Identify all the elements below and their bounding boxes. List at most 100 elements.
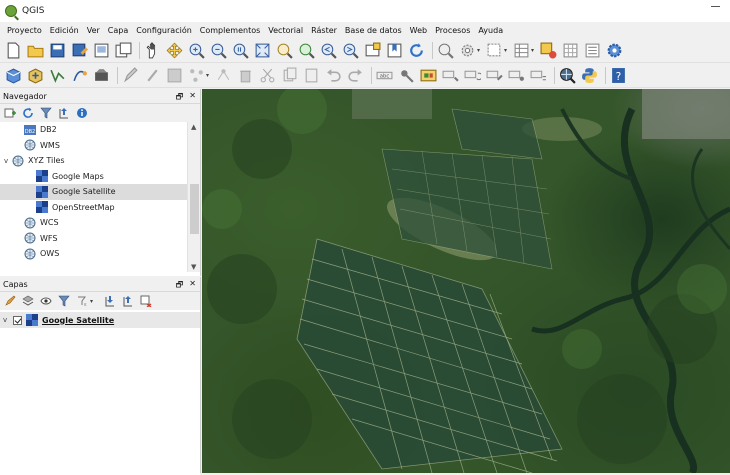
browser-item-google-maps[interactable]: Google Maps: [0, 169, 200, 185]
expand-caret-icon[interactable]: v: [3, 316, 11, 324]
zoom-next-button[interactable]: [341, 41, 360, 60]
browser-scrollbar[interactable]: ▲ ▼: [187, 122, 200, 272]
chevron-down-icon[interactable]: ▾: [90, 298, 95, 305]
scroll-up-icon[interactable]: ▲: [191, 123, 196, 131]
menu-capa[interactable]: Capa: [104, 26, 132, 35]
label-rotate-button[interactable]: [463, 66, 482, 85]
close-icon[interactable]: ✕: [189, 91, 196, 105]
deselect-button[interactable]: [539, 41, 558, 60]
edit-pencil-button[interactable]: [121, 66, 140, 85]
menu-procesos[interactable]: Procesos: [431, 26, 474, 35]
menu-base-de-datos[interactable]: Base de datos: [341, 26, 406, 35]
pan-to-selection-button[interactable]: [165, 41, 184, 60]
label-change-button[interactable]: [485, 66, 504, 85]
paste-features-button[interactable]: [302, 66, 321, 85]
float-panel-icon[interactable]: 🗗: [176, 279, 184, 293]
menu-web[interactable]: Web: [406, 26, 431, 35]
browser-info-button[interactable]: [75, 107, 88, 120]
label-move-button[interactable]: [441, 66, 460, 85]
expand-all-button[interactable]: [103, 295, 116, 308]
scrollbar-thumb[interactable]: [190, 184, 199, 234]
add-feature-button[interactable]: [187, 66, 206, 85]
add-delimited-text-button[interactable]: [70, 66, 89, 85]
menu-ayuda[interactable]: Ayuda: [474, 26, 507, 35]
zoom-in-button[interactable]: [187, 41, 206, 60]
vertex-tool-button[interactable]: [214, 66, 233, 85]
data-source-manager-button[interactable]: [4, 66, 23, 85]
zoom-out-button[interactable]: [209, 41, 228, 60]
collapse-all-layers-button[interactable]: [121, 295, 134, 308]
menu-configuracion[interactable]: Configuración: [132, 26, 196, 35]
menu-vectorial[interactable]: Vectorial: [264, 26, 307, 35]
browser-item-ows[interactable]: OWS: [0, 246, 200, 262]
save-project-button[interactable]: [48, 41, 67, 60]
cut-features-button[interactable]: [258, 66, 277, 85]
open-project-button[interactable]: [26, 41, 45, 60]
zoom-selection-button[interactable]: [275, 41, 294, 60]
browser-item-wcs[interactable]: WCS: [0, 215, 200, 231]
remove-layer-button[interactable]: [139, 295, 152, 308]
add-layer-button[interactable]: [26, 66, 45, 85]
statistics-button[interactable]: [583, 41, 602, 60]
quickmapservices-button[interactable]: [558, 66, 577, 85]
map-canvas[interactable]: [202, 89, 730, 473]
close-icon[interactable]: ✕: [189, 279, 196, 293]
expand-caret-icon[interactable]: v: [4, 157, 12, 165]
label-highlight-button[interactable]: [419, 66, 438, 85]
filter-browser-button[interactable]: [39, 107, 52, 120]
add-group-button[interactable]: [21, 295, 34, 308]
delete-selected-button[interactable]: [236, 66, 255, 85]
label-props-button[interactable]: [529, 66, 548, 85]
browser-item-db2[interactable]: DB2 DB2: [0, 122, 200, 138]
help-button[interactable]: ?: [609, 66, 628, 85]
python-console-button[interactable]: [580, 66, 599, 85]
print-layout-button[interactable]: [92, 41, 111, 60]
zoom-native-button[interactable]: [231, 41, 250, 60]
browser-item-wms[interactable]: WMS: [0, 138, 200, 154]
label-pin-button[interactable]: [397, 66, 416, 85]
redo-button[interactable]: [346, 66, 365, 85]
save-as-button[interactable]: [70, 41, 89, 60]
filter-legend-button[interactable]: [57, 295, 70, 308]
settings-button[interactable]: [605, 41, 624, 60]
copy-features-button[interactable]: [280, 66, 299, 85]
label-show-hide-button[interactable]: [507, 66, 526, 85]
undo-button[interactable]: [324, 66, 343, 85]
float-panel-icon[interactable]: 🗗: [176, 91, 184, 105]
browser-item-xyz-tiles[interactable]: v XYZ Tiles: [0, 153, 200, 169]
menu-complementos[interactable]: Complementos: [196, 26, 264, 35]
chevron-down-icon[interactable]: ▾: [477, 47, 482, 54]
chevron-down-icon[interactable]: ▾: [504, 47, 509, 54]
filter-expression-button[interactable]: ε: [75, 295, 88, 308]
chevron-down-icon[interactable]: ▾: [531, 47, 536, 54]
add-raster-button[interactable]: [92, 66, 111, 85]
zoom-layer-button[interactable]: [297, 41, 316, 60]
menu-edicion[interactable]: Edición: [46, 26, 83, 35]
browser-item-openstreetmap[interactable]: OpenStreetMap: [0, 200, 200, 216]
zoom-full-button[interactable]: [253, 41, 272, 60]
measure-settings-button[interactable]: [458, 41, 477, 60]
menu-raster[interactable]: Ráster: [307, 26, 341, 35]
browser-item-wfs[interactable]: WFS: [0, 231, 200, 247]
toggle-editing-button[interactable]: [143, 66, 162, 85]
menu-ver[interactable]: Ver: [83, 26, 104, 35]
chevron-down-icon[interactable]: ▾: [206, 72, 211, 79]
label-toolbar-button[interactable]: abc: [375, 66, 394, 85]
style-panel-button[interactable]: [3, 295, 16, 308]
refresh-button[interactable]: [407, 41, 426, 60]
refresh-browser-button[interactable]: [21, 107, 34, 120]
new-project-button[interactable]: [4, 41, 23, 60]
minimize-icon[interactable]: [711, 6, 720, 7]
layout-manager-button[interactable]: [114, 41, 133, 60]
manage-themes-button[interactable]: [39, 295, 52, 308]
pan-tool-button[interactable]: [143, 41, 162, 60]
new-map-view-button[interactable]: [363, 41, 382, 60]
add-vector-layer-button[interactable]: [48, 66, 67, 85]
bookmark-button[interactable]: [385, 41, 404, 60]
browser-item-google-satellite[interactable]: Google Satellite: [0, 184, 200, 200]
zoom-last-button[interactable]: [319, 41, 338, 60]
save-edits-button[interactable]: [165, 66, 184, 85]
menu-proyecto[interactable]: Proyecto: [3, 26, 46, 35]
add-selected-layers-button[interactable]: [3, 107, 16, 120]
select-features-button[interactable]: [485, 41, 504, 60]
